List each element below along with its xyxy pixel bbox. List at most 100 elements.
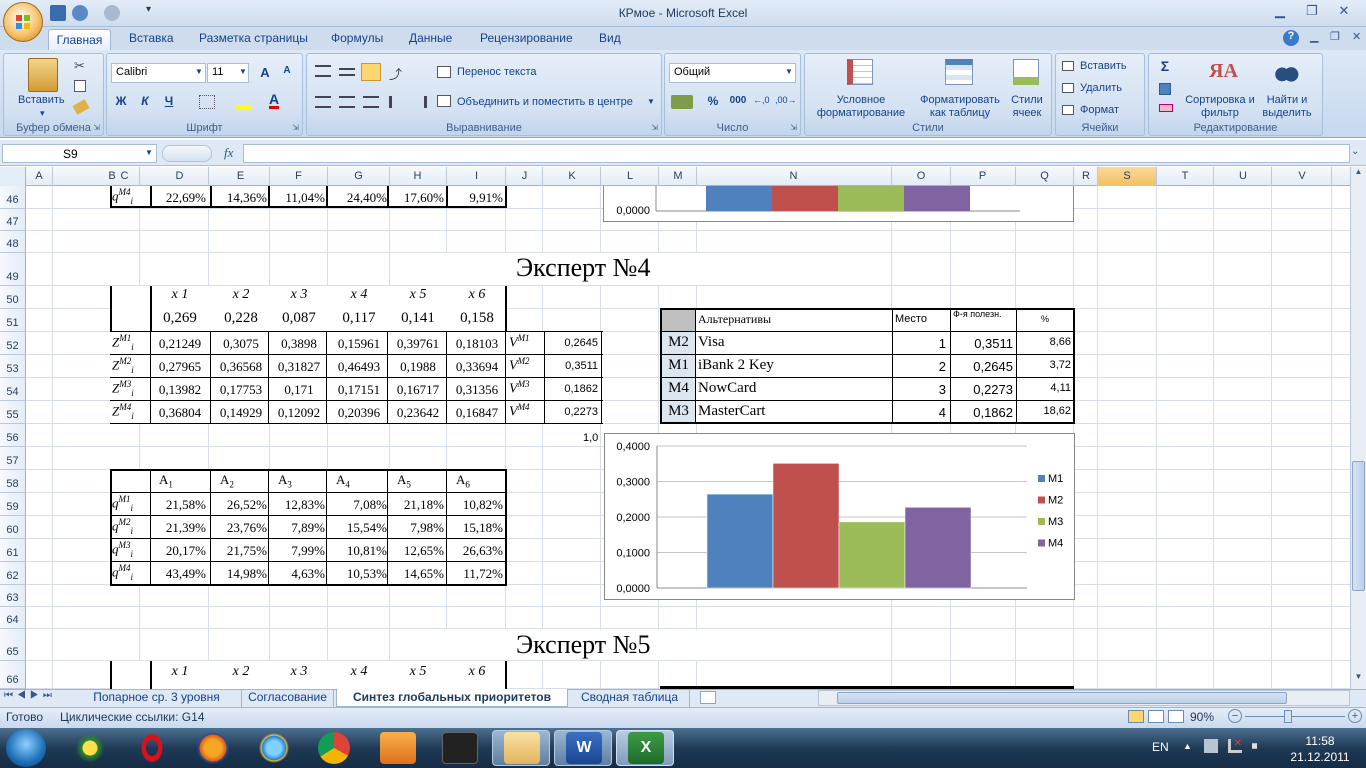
insert-sheet-icon[interactable] <box>700 691 716 704</box>
row-header[interactable]: 56 <box>0 424 26 447</box>
row-header[interactable]: 51 <box>0 309 26 332</box>
excel-icon[interactable]: X <box>628 732 664 764</box>
kmplayer-icon[interactable] <box>442 732 478 764</box>
number-format-combo[interactable]: Общий <box>669 63 796 83</box>
cell-styles-icon[interactable] <box>1013 59 1039 85</box>
increase-indent-icon[interactable] <box>411 96 427 108</box>
decrease-indent-icon[interactable] <box>389 96 405 108</box>
format-as-table-icon[interactable] <box>945 59 973 85</box>
align-middle-icon[interactable] <box>339 68 355 76</box>
align-right-icon[interactable] <box>363 96 379 108</box>
sheet-tab-active[interactable]: Синтез глобальных приоритетов <box>336 689 568 707</box>
vertical-scrollbar[interactable]: ▲ ▼ <box>1350 167 1366 689</box>
zoom-slider[interactable] <box>1245 716 1345 717</box>
tray-app-icon[interactable] <box>1204 739 1218 753</box>
sheet-tab[interactable]: Попарное ср. 3 уровня <box>72 689 242 707</box>
row-header[interactable]: 52 <box>0 332 26 355</box>
row-header[interactable]: 46 <box>0 186 26 209</box>
clear-icon[interactable] <box>1159 104 1173 112</box>
office-button[interactable] <box>3 2 43 42</box>
expand-formula-bar-icon[interactable]: ⌄ <box>1351 146 1359 157</box>
fill-color-icon[interactable] <box>235 95 251 109</box>
language-indicator[interactable]: EN <box>1152 740 1169 754</box>
page-layout-view-icon[interactable] <box>1148 710 1164 723</box>
dialog-launcher-icon[interactable]: ⇲ <box>292 123 299 132</box>
orientation-icon[interactable]: ⤴ <box>389 64 402 83</box>
media-player-icon[interactable] <box>380 732 416 764</box>
scroll-down-icon[interactable]: ▼ <box>1352 672 1365 687</box>
column-header[interactable]: Q <box>1016 167 1074 186</box>
insert-function-button[interactable]: fx <box>224 145 233 161</box>
row-header[interactable]: 66 <box>0 661 26 689</box>
column-header[interactable]: S <box>1098 167 1157 186</box>
minimize-button[interactable]: ▁ <box>1268 3 1292 21</box>
column-header[interactable]: J <box>507 167 543 186</box>
column-header[interactable]: C <box>110 167 140 186</box>
decrease-decimal-icon[interactable]: ,00→ <box>775 95 797 105</box>
font-size-dropdown-icon[interactable]: ▼ <box>239 67 247 76</box>
paste-dropdown-icon[interactable]: ▾ <box>40 108 45 119</box>
tab-home[interactable]: Главная <box>48 29 111 51</box>
sheet-tab[interactable]: Согласование <box>242 689 334 707</box>
row-header[interactable]: 49 <box>0 253 26 286</box>
chrome-icon[interactable] <box>318 732 350 764</box>
find-select-button[interactable]: Найти и выделить <box>1255 94 1319 120</box>
conditional-formatting-button[interactable]: Условное форматирование <box>809 94 913 120</box>
sheet-tab[interactable]: Сводная таблица <box>570 689 690 707</box>
borders-icon[interactable] <box>199 95 215 109</box>
dialog-launcher-icon[interactable]: ⇲ <box>651 123 658 132</box>
row-header[interactable]: 57 <box>0 447 26 470</box>
align-bottom-icon[interactable] <box>361 63 381 81</box>
find-select-icon[interactable] <box>1273 60 1299 84</box>
row-header[interactable]: 65 <box>0 629 26 661</box>
row-header[interactable]: 63 <box>0 585 26 607</box>
workbook-restore-icon[interactable]: ❐ <box>1330 30 1340 43</box>
cut-icon[interactable]: ✂ <box>74 58 85 74</box>
font-name-dropdown-icon[interactable]: ▼ <box>195 67 203 76</box>
explorer-icon[interactable] <box>504 732 540 764</box>
tab-formulas[interactable]: Формулы <box>331 31 383 48</box>
row-header[interactable]: 59 <box>0 493 26 516</box>
paste-icon[interactable] <box>28 58 58 92</box>
merge-dropdown-icon[interactable]: ▼ <box>647 97 655 106</box>
fill-icon[interactable] <box>1159 83 1171 95</box>
column-header[interactable]: E <box>212 167 270 186</box>
vertical-scroll-thumb[interactable] <box>1352 461 1365 591</box>
percent-button[interactable]: % <box>703 93 723 112</box>
start-button[interactable] <box>6 729 46 767</box>
column-header[interactable]: O <box>892 167 951 186</box>
zoom-slider-thumb[interactable] <box>1284 710 1292 723</box>
name-box-dropdown-icon[interactable]: ▼ <box>145 148 153 157</box>
restore-button[interactable]: ❐ <box>1300 3 1324 21</box>
copy-icon[interactable] <box>74 80 86 92</box>
zoom-level[interactable]: 90% <box>1190 710 1214 724</box>
column-header[interactable]: T <box>1157 167 1214 186</box>
clock-time[interactable]: 11:58 <box>1290 734 1350 748</box>
insert-cells-button[interactable]: Вставить <box>1080 60 1127 72</box>
column-header[interactable]: V <box>1273 167 1332 186</box>
dialog-launcher-icon[interactable]: ⇲ <box>790 123 797 132</box>
align-left-icon[interactable] <box>315 96 331 108</box>
column-header[interactable]: M <box>660 167 697 186</box>
thousands-button[interactable]: 000 <box>725 94 751 113</box>
opera-icon[interactable] <box>134 732 170 764</box>
tab-view[interactable]: Вид <box>599 31 621 48</box>
number-format-dropdown-icon[interactable]: ▼ <box>785 67 793 76</box>
font-name-combo[interactable]: Calibri <box>111 63 206 83</box>
column-header[interactable]: F <box>270 167 328 186</box>
zoom-in-icon[interactable]: + <box>1348 709 1362 723</box>
column-header[interactable]: G <box>328 167 390 186</box>
currency-format-icon[interactable] <box>671 95 693 109</box>
tab-review[interactable]: Рецензирование <box>480 31 573 48</box>
tray-expand-icon[interactable]: ▲ <box>1183 741 1192 751</box>
column-header[interactable]: L <box>602 167 659 186</box>
shrink-font-icon[interactable]: A <box>277 64 297 83</box>
app-icon[interactable] <box>72 732 108 764</box>
conditional-formatting-icon[interactable] <box>847 59 873 85</box>
row-header[interactable]: 48 <box>0 231 26 253</box>
formula-input[interactable] <box>243 144 1350 163</box>
word-icon[interactable]: W <box>566 732 602 764</box>
delete-cells-icon[interactable] <box>1062 83 1074 93</box>
row-header[interactable]: 61 <box>0 539 26 562</box>
network-icon[interactable]: ✕ <box>1228 739 1242 753</box>
